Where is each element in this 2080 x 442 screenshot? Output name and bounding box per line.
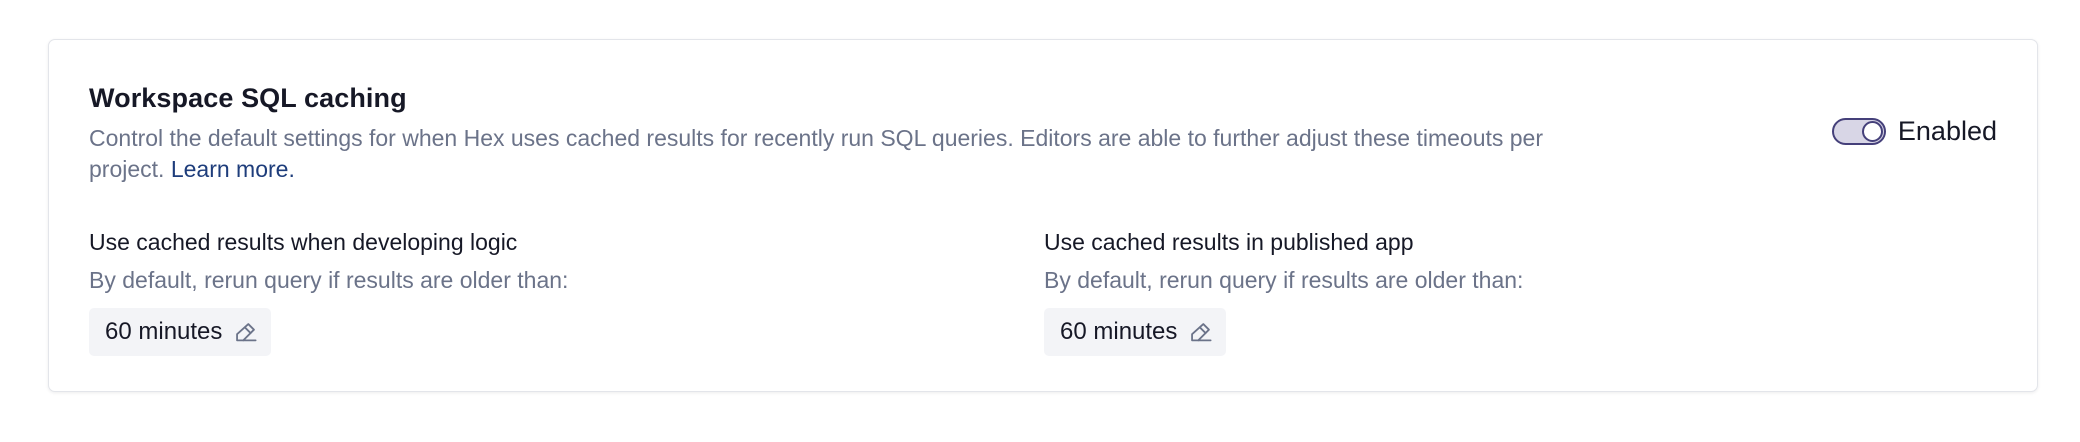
toggle-knob [1861, 121, 1883, 142]
setting-subtitle: By default, rerun query if results are o… [1044, 267, 1524, 293]
developing-logic-setting: Use cached results when developing logic… [89, 227, 568, 356]
pencil-icon [1187, 319, 1214, 346]
enabled-toggle[interactable] [1831, 118, 1886, 145]
section-title: Workspace SQL caching [89, 83, 407, 113]
learn-more-link[interactable]: Learn more. [171, 156, 295, 182]
timeout-value: 60 minutes [105, 318, 223, 345]
timeout-value: 60 minutes [1060, 318, 1178, 345]
description-text: Control the default settings for when He… [89, 125, 1544, 182]
toggle-label: Enabled [1897, 116, 1997, 146]
published-app-timeout-button[interactable]: 60 minutes [1044, 308, 1227, 356]
enabled-toggle-group[interactable]: Enabled [1831, 116, 1997, 147]
sql-caching-card: Workspace SQL caching Control the defaul… [48, 39, 2038, 392]
published-app-setting: Use cached results in published app By d… [1044, 227, 1523, 356]
setting-subtitle: By default, rerun query if results are o… [89, 267, 569, 293]
setting-title: Use cached results in published app [1044, 229, 1414, 255]
setting-title: Use cached results when developing logic [89, 229, 518, 255]
developing-logic-timeout-button[interactable]: 60 minutes [89, 308, 272, 356]
section-description: Control the default settings for when He… [89, 123, 1569, 185]
pencil-icon [232, 319, 259, 346]
